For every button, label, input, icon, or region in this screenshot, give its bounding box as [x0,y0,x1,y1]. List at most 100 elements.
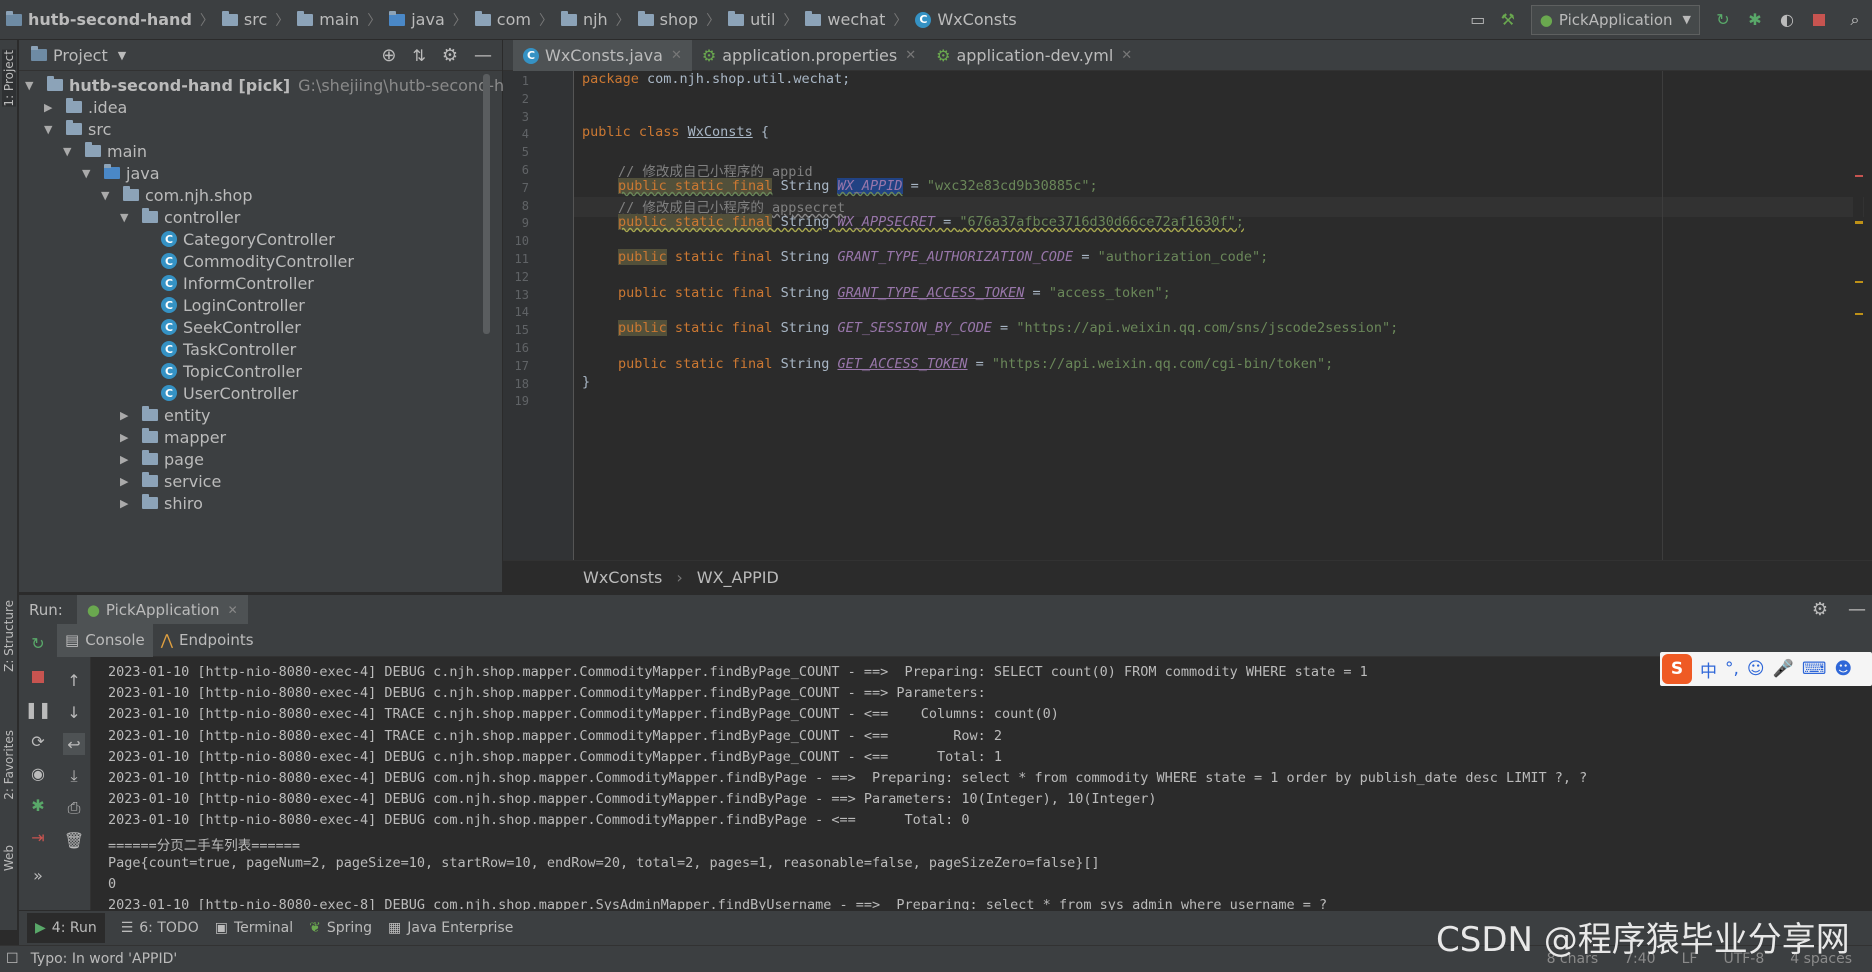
chevron-down-icon[interactable]: ▼ [101,189,115,202]
tree-item-label: hutb-second-hand [pick] [69,75,291,95]
breadcrumb-project[interactable]: hutb-second-hand 〉 [6,10,214,30]
ime-toolbar[interactable]: S 中 °, ☺ 🎤 ⌨ ☻ [1660,652,1872,686]
tab-application-dev-yml[interactable]: ⚙ application-dev.yml ✕ [926,40,1142,71]
chevron-right-icon[interactable]: ▶ [120,475,134,488]
build-hammer-icon[interactable]: ⚒ [1497,9,1519,31]
gear-icon[interactable]: ⚙ [442,45,458,66]
close-icon[interactable]: ✕ [905,48,916,63]
chevron-right-icon[interactable]: ▶ [44,101,58,114]
tab-console[interactable]: ▤ Console [57,623,153,657]
stop-icon[interactable] [1808,9,1830,31]
chevron-right-icon[interactable]: ▶ [120,453,134,466]
code-line-17: public static final String GET_ACCESS_TO… [618,356,1334,372]
microphone-icon[interactable]: 🎤 [1773,659,1794,679]
run-config-tab[interactable]: ● PickApplication ✕ [76,594,248,625]
chevron-right-icon[interactable]: ▶ [120,497,134,510]
code-line-13: public static final String GRANT_TYPE_AC… [618,285,1171,301]
breadcrumb-class[interactable]: WxConsts [583,568,662,587]
locate-icon[interactable]: ⊕ [381,45,396,66]
favorites-tool-tab[interactable]: 2: Favorites [2,730,16,800]
status-toggle-icon[interactable]: ☐ [6,951,19,967]
tool-tab-spring[interactable]: ❦ Spring [309,920,372,936]
project-tool-tab[interactable]: 1: Project [2,50,16,107]
chevron-down-icon[interactable]: ▼ [63,145,77,158]
class-icon: C [161,297,177,313]
project-view-selector[interactable]: Project [53,46,108,65]
close-icon[interactable]: ✕ [1121,48,1132,63]
chevron-down-icon[interactable]: ▼ [82,167,96,180]
emoji-icon[interactable]: ☺ [1747,659,1765,679]
endpoints-icon: ⋀ [160,631,174,649]
console-output[interactable]: 2023-01-10 [http-nio-8080-exec-4] DEBUG … [92,657,1872,910]
trash-icon[interactable]: 🗑 [63,829,85,851]
more-icon[interactable]: » [27,864,49,886]
breadcrumb-field[interactable]: WX_APPID [697,568,779,587]
web-tool-tab[interactable]: Web [2,845,16,871]
scroll-to-end-icon[interactable]: ⤓ [63,765,85,787]
breadcrumb-com[interactable]: com 〉 [474,10,553,30]
chevron-down-icon[interactable]: ▼ [44,123,58,136]
close-icon[interactable]: ✕ [228,603,238,617]
rerun-icon[interactable]: ↻ [1712,9,1734,31]
tree-item[interactable]: ▶ shiro [120,490,203,516]
tree-item-label: page [164,449,204,469]
structure-tool-tab[interactable]: Z: Structure [2,600,16,672]
package-icon [123,186,139,201]
breadcrumb-njh[interactable]: njh 〉 [560,10,630,30]
tool-tab-java-enterprise[interactable]: ▦ Java Enterprise [388,920,513,936]
tool-tab-terminal[interactable]: ▣ Terminal [215,920,293,936]
arrow-up-icon[interactable]: ↑ [63,669,85,691]
folder-icon [104,164,120,179]
pause-icon[interactable]: ❚❚ [25,698,52,720]
layout-icon[interactable]: ▭ [1467,9,1489,31]
tree-item-label: com.njh.shop [145,185,253,205]
line-number: 17 [514,358,529,373]
chevron-down-icon[interactable]: ▼ [118,49,126,62]
gear-icon[interactable]: ⚙ [1812,599,1828,620]
search-icon[interactable]: ⌕ [1844,9,1866,31]
class-icon: C [161,363,177,379]
restore-icon[interactable]: ⟳ [27,730,49,752]
breadcrumb-shop[interactable]: shop 〉 [637,10,720,30]
breadcrumb-wxconsts[interactable]: C WxConsts [915,10,1017,29]
tab-endpoints[interactable]: ⋀ Endpoints [153,624,262,657]
arrow-down-icon[interactable]: ↓ [63,701,85,723]
tab-application-properties[interactable]: ⚙ application.properties ✕ [692,40,926,71]
line-number: 6 [521,163,529,177]
tool-tab-todo[interactable]: ☰ 6: TODO [121,920,199,936]
breadcrumb-wechat[interactable]: wechat 〉 [805,10,907,30]
line-number: 9 [521,216,529,231]
minimize-icon[interactable]: — [474,45,492,66]
soft-wrap-icon[interactable]: ↩ [63,733,85,755]
user-icon[interactable]: ☻ [1834,659,1852,679]
breadcrumb-src[interactable]: src 〉 [221,10,289,30]
tab-wxconsts-java[interactable]: C WxConsts.java ✕ [513,40,692,74]
chevron-right-icon[interactable]: ▶ [120,431,134,444]
breadcrumb-util[interactable]: util 〉 [728,10,797,30]
folder-icon [66,120,82,135]
debug-icon[interactable]: ✱ [1744,9,1766,31]
exit-icon[interactable]: ⇥ [27,826,49,848]
breadcrumb-main[interactable]: main 〉 [297,10,381,30]
coverage-icon[interactable]: ◐ [1776,9,1798,31]
code-editor[interactable]: package com.njh.shop.util.wechat; public… [573,71,1864,560]
ime-punct[interactable]: °, [1725,659,1739,679]
tool-tab-run[interactable]: ▶ 4: Run [27,913,105,943]
camera-icon[interactable]: ◉ [27,762,49,784]
collapse-all-icon[interactable]: ⇅ [412,46,425,65]
debug-icon[interactable]: ✱ [27,794,49,816]
tree-scrollbar[interactable] [483,74,490,334]
print-icon[interactable]: ⎙ [63,797,85,819]
run-config-selector[interactable]: ● PickApplication ▼ [1530,4,1700,35]
ime-lang[interactable]: 中 [1700,657,1717,682]
keyboard-icon[interactable]: ⌨ [1802,659,1827,679]
chevron-down-icon[interactable]: ▼ [120,211,134,224]
chevron-right-icon[interactable]: ▶ [120,409,134,422]
stop-icon[interactable] [27,666,49,688]
console-line: 2023-01-10 [http-nio-8080-exec-4] DEBUG … [108,748,1003,765]
minimize-icon[interactable]: — [1848,599,1866,620]
close-icon[interactable]: ✕ [671,48,682,63]
rerun-icon[interactable]: ↻ [27,632,49,654]
chevron-down-icon[interactable]: ▼ [25,79,39,92]
breadcrumb-java[interactable]: java 〉 [389,10,467,30]
